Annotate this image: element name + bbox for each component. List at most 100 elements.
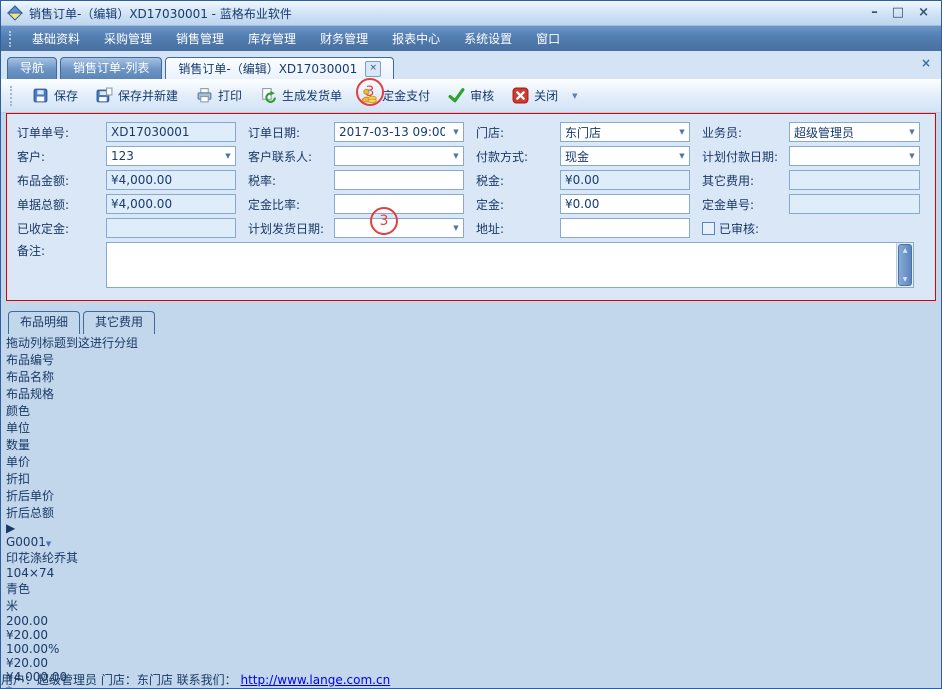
column-header-spec[interactable]: 布品规格 <box>6 385 936 402</box>
chevron-down-icon[interactable]: ▼ <box>675 152 689 160</box>
tab-other-fees[interactable]: 其它费用 <box>83 311 155 334</box>
chevron-down-icon[interactable]: ▼ <box>905 128 919 136</box>
planned-delivery-date-field[interactable]: ▼ <box>334 218 464 238</box>
order-no-input[interactable] <box>107 125 235 139</box>
deposit-rate-input[interactable] <box>335 197 463 211</box>
generate-delivery-button-label: 生成发货单 <box>282 87 342 104</box>
planned-payment-date-input[interactable] <box>790 149 905 163</box>
column-header-disc-price[interactable]: 折后单价 <box>6 487 936 504</box>
audit-button[interactable]: 审核 <box>440 83 502 108</box>
close-window-button[interactable]: × <box>918 5 929 21</box>
chevron-down-icon[interactable]: ▼ <box>46 540 51 548</box>
menu-item-base-data[interactable]: 基础资料 <box>20 27 92 50</box>
scroll-down-icon[interactable]: ▼ <box>903 276 908 283</box>
menu-item-reports[interactable]: 报表中心 <box>380 27 452 50</box>
doc-total-input[interactable] <box>107 197 235 211</box>
save-and-new-button[interactable]: 保存并新建 <box>88 83 186 108</box>
received-deposit-field[interactable] <box>106 218 236 238</box>
column-header-discount[interactable]: 折扣 <box>6 470 936 487</box>
column-header-color[interactable]: 颜色 <box>6 402 936 419</box>
cell-discount[interactable]: 100.00% <box>6 642 936 656</box>
salesman-field[interactable]: ▼ <box>789 122 920 142</box>
tabbar-close-icon[interactable]: × <box>921 56 931 70</box>
menu-item-purchase[interactable]: 采购管理 <box>92 27 164 50</box>
menu-item-finance[interactable]: 财务管理 <box>308 27 380 50</box>
cell-spec[interactable]: 104×74 <box>6 566 936 580</box>
customer-input[interactable] <box>107 149 221 163</box>
menu-item-inventory[interactable]: 库存管理 <box>236 27 308 50</box>
scroll-up-icon[interactable]: ▲ <box>903 247 908 254</box>
other-fee-input[interactable] <box>790 173 919 187</box>
column-header-unit[interactable]: 单位 <box>6 419 936 436</box>
deposit-field[interactable] <box>560 194 690 214</box>
planned-payment-date-field[interactable]: ▼ <box>789 146 920 166</box>
menu-item-settings[interactable]: 系统设置 <box>452 27 524 50</box>
deposit-no-field[interactable] <box>789 194 920 214</box>
store-input[interactable] <box>561 125 675 139</box>
menu-item-sales[interactable]: 销售管理 <box>164 27 236 50</box>
store-field[interactable]: ▼ <box>560 122 690 142</box>
received-deposit-input[interactable] <box>107 221 235 235</box>
cell-disc-price[interactable]: ¥20.00 <box>6 656 936 670</box>
remark-scrollbar[interactable]: ▲ ▼ <box>896 243 913 287</box>
close-order-button[interactable]: 关闭 <box>504 83 566 108</box>
deposit-no-input[interactable] <box>790 197 919 211</box>
remark-textarea[interactable] <box>107 243 896 287</box>
tab-order-edit[interactable]: 销售订单-（编辑）XD17030001 × <box>165 57 394 79</box>
fabric-amount-field[interactable] <box>106 170 236 190</box>
menu-item-window[interactable]: 窗口 <box>524 27 572 50</box>
tab-order-list[interactable]: 销售订单-列表 <box>60 57 162 79</box>
menu-bar: 基础资料 采购管理 销售管理 库存管理 财务管理 报表中心 系统设置 窗口 <box>1 26 941 51</box>
chevron-down-icon[interactable]: ▼ <box>221 152 235 160</box>
chevron-down-icon[interactable]: ▼ <box>449 128 463 136</box>
cell-name[interactable]: 印花涤纶乔其 <box>6 549 936 566</box>
column-header-code[interactable]: 布品编号 <box>6 351 936 368</box>
deposit-rate-field[interactable] <box>334 194 464 214</box>
print-button[interactable]: 打印 <box>188 83 250 108</box>
customer-contact-field[interactable]: ▼ <box>334 146 464 166</box>
tax-input[interactable] <box>561 173 689 187</box>
order-date-input[interactable] <box>335 125 449 139</box>
address-input[interactable] <box>561 221 689 235</box>
order-date-field[interactable]: ▼ <box>334 122 464 142</box>
chevron-down-icon[interactable]: ▼ <box>905 152 919 160</box>
order-no-field[interactable] <box>106 122 236 142</box>
audited-checkbox[interactable] <box>702 222 715 235</box>
tab-close-icon[interactable]: × <box>365 61 381 77</box>
column-header-price[interactable]: 单价 <box>6 453 936 470</box>
generate-delivery-button[interactable]: 生成发货单 <box>252 83 350 108</box>
customer-contact-input[interactable] <box>335 149 449 163</box>
column-header-qty[interactable]: 数量 <box>6 436 936 453</box>
audit-button-label: 审核 <box>470 87 494 104</box>
cell-color[interactable]: 青色 <box>6 580 936 597</box>
address-field[interactable] <box>560 218 690 238</box>
tax-rate-input[interactable] <box>335 173 463 187</box>
chevron-down-icon[interactable]: ▼ <box>449 224 463 232</box>
cell-unit[interactable]: 米 <box>6 597 936 614</box>
save-button[interactable]: 保存 <box>24 83 86 108</box>
minimize-button[interactable]: – <box>871 5 878 21</box>
deposit-input[interactable] <box>561 197 689 211</box>
column-header-disc-total[interactable]: 折后总额 <box>6 504 936 521</box>
maximize-button[interactable]: □ <box>892 5 904 21</box>
toolbar-overflow-caret-icon[interactable]: ▼ <box>568 92 581 100</box>
chevron-down-icon[interactable]: ▼ <box>449 152 463 160</box>
chevron-down-icon[interactable]: ▼ <box>675 128 689 136</box>
other-fee-field[interactable] <box>789 170 920 190</box>
tax-rate-field[interactable] <box>334 170 464 190</box>
column-header-name[interactable]: 布品名称 <box>6 368 936 385</box>
cell-qty[interactable]: 200.00 <box>6 614 936 628</box>
website-link[interactable]: http://www.lange.com.cn <box>241 673 391 687</box>
customer-field[interactable]: ▼ <box>106 146 236 166</box>
salesman-input[interactable] <box>790 125 905 139</box>
cell-code-editor[interactable]: G0001▼ <box>6 535 936 549</box>
payment-method-input[interactable] <box>561 149 675 163</box>
tax-field[interactable] <box>560 170 690 190</box>
tab-navigation[interactable]: 导航 <box>7 57 57 79</box>
tab-fabric-detail[interactable]: 布品明细 <box>8 311 80 334</box>
remark-scrollbar-thumb[interactable]: ▲ ▼ <box>898 244 912 286</box>
cell-price[interactable]: ¥20.00 <box>6 628 936 642</box>
payment-method-field[interactable]: ▼ <box>560 146 690 166</box>
doc-total-field[interactable] <box>106 194 236 214</box>
fabric-amount-input[interactable] <box>107 173 235 187</box>
